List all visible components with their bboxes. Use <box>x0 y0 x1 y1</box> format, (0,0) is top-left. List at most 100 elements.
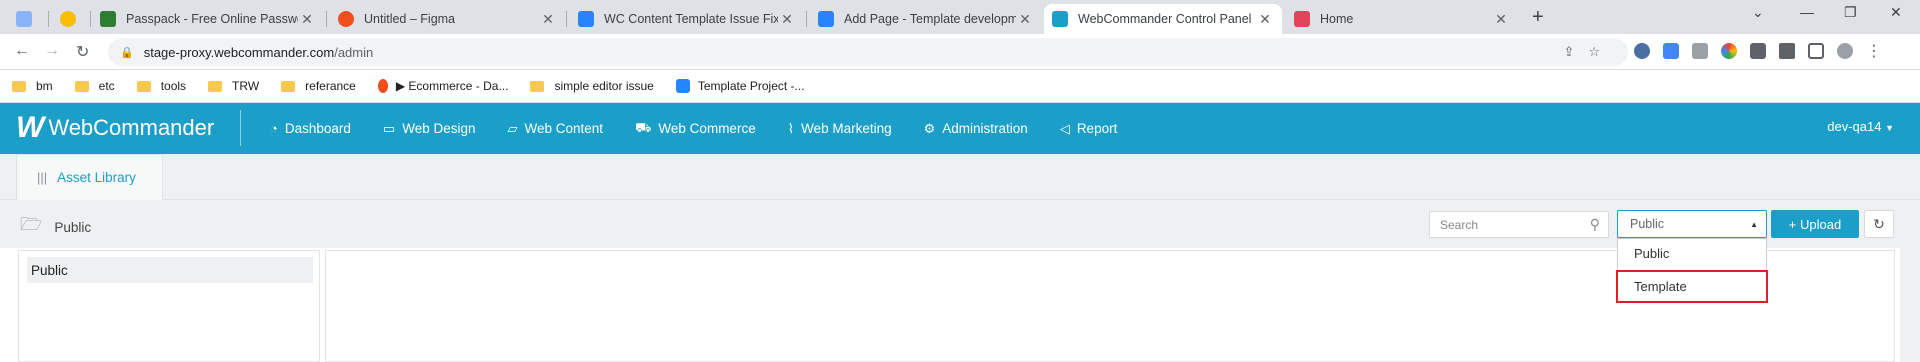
folder-icon: ▱ <box>507 120 518 136</box>
nav-label: Web Content <box>524 121 604 136</box>
megaphone-icon: ◁ <box>1059 120 1070 136</box>
bookmark-simple-editor[interactable]: simple editor issue <box>530 79 654 93</box>
sub-tab-bar: ||| Asset Library <box>0 154 1920 200</box>
bookmark-bm[interactable]: bm <box>12 79 53 93</box>
close-tab-icon[interactable]: ✕ <box>539 11 557 28</box>
tab-title: WebCommander Control Panel <box>1078 12 1252 26</box>
main-nav: ◔ Dashboard ▭ Web Design ▱ Web Content ⛟ Web… <box>270 103 1149 154</box>
close-tab-icon[interactable]: ✕ <box>778 11 796 28</box>
nav-web-commerce[interactable]: ⛟ Web Commerce <box>635 120 756 138</box>
browser-tab-add-page[interactable]: Add Page - Template development ✕ <box>810 4 1042 34</box>
nav-web-marketing[interactable]: ⌇ Web Marketing <box>788 121 892 137</box>
upload-button[interactable]: + Upload <box>1771 210 1859 238</box>
extension-icons: ⋮ <box>1634 41 1882 61</box>
url-host: stage-proxy.webcommander.com <box>143 44 335 60</box>
close-window-button[interactable]: ✕ <box>1890 4 1902 21</box>
option-label: Template <box>1634 279 1687 294</box>
close-tab-icon[interactable]: ✕ <box>1492 11 1510 28</box>
user-menu[interactable]: dev-qa14 ▼ <box>1827 119 1894 134</box>
nav-dashboard[interactable]: ◔ Dashboard <box>270 121 351 136</box>
browser-tab-webcommander[interactable]: WebCommander Control Panel ✕ <box>1044 4 1282 34</box>
back-icon[interactable]: ← <box>14 42 30 60</box>
folder-icon <box>281 80 296 92</box>
gear-icon: ⚙ <box>923 120 936 136</box>
caret-down-icon: ▼ <box>1885 123 1894 133</box>
extension-icon[interactable] <box>1750 43 1766 59</box>
option-label: Public <box>1634 246 1670 261</box>
folder-tree-label: Public <box>31 262 68 278</box>
folder-tree-item-public[interactable]: Public <box>27 257 313 283</box>
bookmark-etc[interactable]: etc <box>74 79 115 93</box>
bookmark-label: etc <box>98 79 115 93</box>
nav-administration[interactable]: ⚙ Administration <box>924 121 1028 137</box>
url-input[interactable]: 🔒 stage-proxy.webcommander.com/admin ⇪☆ <box>108 38 1628 66</box>
bookmark-star-icon[interactable]: ☆ <box>1588 44 1614 59</box>
minimize-button[interactable]: — <box>1800 4 1814 20</box>
folder-icon <box>74 80 89 92</box>
bookmark-template-project[interactable]: Template Project -... <box>675 79 805 93</box>
nav-report[interactable]: ◁ Report <box>1060 121 1118 137</box>
tab-search-icon[interactable]: ⌄ <box>1752 4 1764 21</box>
puzzle-icon[interactable] <box>1779 43 1795 59</box>
extension-icon[interactable] <box>1692 43 1708 59</box>
nav-web-design[interactable]: ▭ Web Design <box>383 121 476 137</box>
extension-icon[interactable] <box>1634 43 1650 59</box>
forward-icon[interactable]: → <box>44 42 60 60</box>
browser-tab-figma[interactable]: Untitled – Figma ✕ <box>330 4 565 34</box>
upload-label: + Upload <box>1788 216 1842 232</box>
caret-up-down-icon: ▲ <box>1750 220 1758 229</box>
browser-tab-pinned-2[interactable] <box>52 4 88 34</box>
profile-icon[interactable] <box>1837 43 1853 59</box>
reload-icon[interactable]: ↻ <box>76 42 89 62</box>
close-tab-icon[interactable]: ✕ <box>1256 11 1274 28</box>
bookmark-label: Template Project -... <box>697 79 805 93</box>
address-toolbar: ← → ↻ 🔒 stage-proxy.webcommander.com/adm… <box>0 34 1920 70</box>
url-text: stage-proxy.webcommander.com/admin <box>144 45 374 60</box>
monday-favicon-icon <box>1294 11 1310 27</box>
nav-label: Web Commerce <box>658 121 756 136</box>
bookmark-tools[interactable]: tools <box>136 79 186 93</box>
app-logo[interactable]: W WebCommander <box>16 111 214 145</box>
search-icon[interactable]: ⚲ <box>1590 216 1600 233</box>
close-tab-icon[interactable]: ✕ <box>1016 11 1034 28</box>
chart-icon: ⌇ <box>787 120 795 136</box>
library-icon: ||| <box>37 170 48 185</box>
browser-tab-wc-content[interactable]: WC Content Template Issue Fixing ✕ <box>570 4 804 34</box>
refresh-icon: ↻ <box>1873 215 1885 232</box>
restore-button[interactable]: ❐ <box>1844 4 1857 21</box>
tab-favicon-icon <box>16 11 32 27</box>
search-placeholder: Search <box>1440 217 1479 232</box>
browser-tab-passpack[interactable]: Passpack - Free Online Password ✕ <box>92 4 324 34</box>
cart-icon: ⛟ <box>635 119 652 135</box>
new-tab-button[interactable]: + <box>1532 6 1544 29</box>
open-folder-icon: 🗁 <box>20 214 43 234</box>
browser-tab-home[interactable]: Home ✕ <box>1286 4 1518 34</box>
library-select[interactable]: Public ▲ <box>1617 210 1767 238</box>
menu-dots-icon[interactable]: ⋮ <box>1866 41 1882 61</box>
option-template[interactable]: Template <box>1616 270 1768 303</box>
nav-label: Web Design <box>402 121 476 136</box>
bookmark-trw[interactable]: TRW <box>208 79 259 93</box>
figma-icon <box>377 79 388 93</box>
logo-mark-icon: W <box>16 111 45 144</box>
nav-web-content[interactable]: ▱ Web Content <box>508 121 604 137</box>
bookmark-ecommerce[interactable]: ▶ Ecommerce - Da... <box>377 79 508 93</box>
folder-icon <box>530 80 545 92</box>
monitor-icon: ▭ <box>382 120 396 136</box>
share-icon[interactable]: ⇪ <box>1563 44 1588 59</box>
bookmark-referance[interactable]: referance <box>281 79 356 93</box>
refresh-button[interactable]: ↻ <box>1864 210 1894 238</box>
translate-icon[interactable] <box>1663 43 1679 59</box>
option-public[interactable]: Public <box>1618 239 1766 268</box>
close-tab-icon[interactable]: ✕ <box>298 11 316 28</box>
url-path: /admin <box>334 44 374 60</box>
tab-asset-library[interactable]: ||| Asset Library <box>16 154 163 200</box>
sidebar-icon[interactable] <box>1808 43 1824 59</box>
tab-title: Untitled – Figma <box>364 12 456 26</box>
color-picker-icon[interactable] <box>1721 43 1737 59</box>
search-input[interactable]: Search ⚲ <box>1429 211 1609 238</box>
nav-label: Web Marketing <box>801 121 892 136</box>
bookmark-label: TRW <box>232 79 260 93</box>
browser-tab-pinned-1[interactable] <box>8 4 44 34</box>
tab-favicon-icon <box>60 11 76 27</box>
